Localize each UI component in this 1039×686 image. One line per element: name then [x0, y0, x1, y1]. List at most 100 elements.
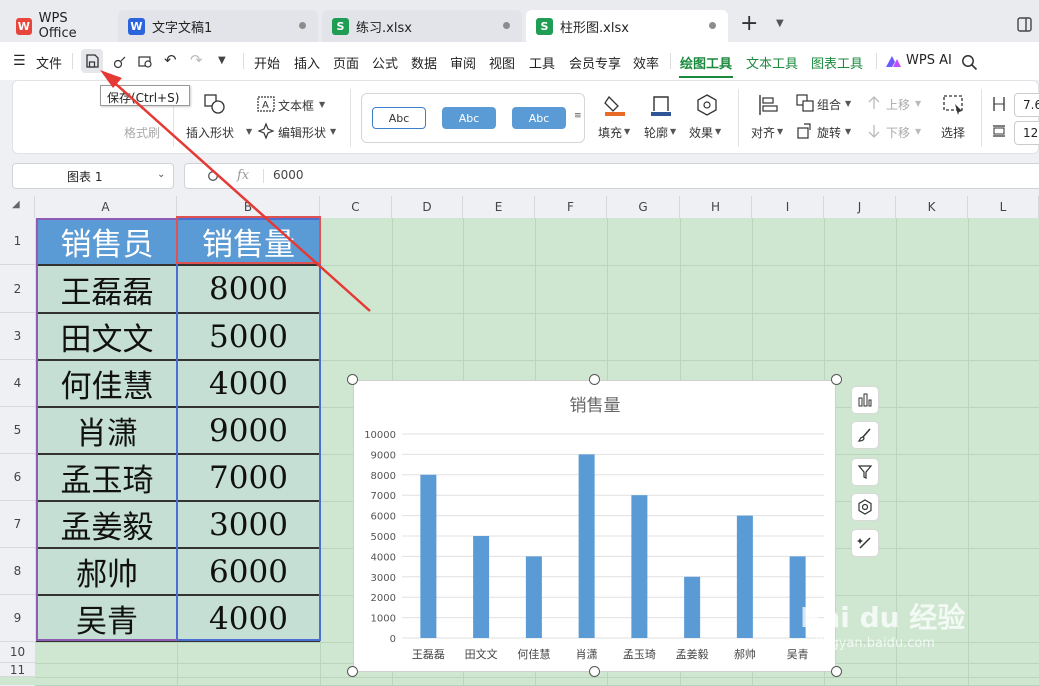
chevron-down-icon[interactable]: ▼	[715, 127, 721, 136]
menu-wps-ai[interactable]: WPS AI	[906, 53, 952, 68]
search-icon[interactable]	[961, 54, 978, 71]
chart-magic-button[interactable]	[851, 529, 879, 557]
shape-style-outline[interactable]: Abc	[372, 107, 426, 129]
column-header[interactable]: I	[752, 196, 824, 218]
select-label[interactable]: 选择	[941, 124, 965, 141]
effect-label[interactable]: 效果	[689, 124, 713, 141]
header-cell-salesperson[interactable]: 销售员	[36, 218, 178, 265]
name-cell[interactable]: 吴青	[36, 595, 178, 642]
menu-chart-tools[interactable]: 图表工具	[811, 53, 863, 72]
text-box-icon[interactable]: A	[257, 96, 275, 112]
header-cell-sales-volume[interactable]: 销售量	[177, 218, 320, 265]
group-icon[interactable]	[796, 94, 814, 112]
chevron-down-icon[interactable]: ▼	[624, 127, 630, 136]
edit-shape-icon[interactable]	[257, 122, 275, 140]
tab-bar-chart[interactable]: S 柱形图.xlsx	[526, 10, 728, 42]
tab-document[interactable]: W 文字文稿1	[118, 10, 318, 42]
formula-input[interactable]: fx 6000	[184, 163, 1039, 189]
chart-elements-button[interactable]	[851, 386, 879, 414]
resize-handle[interactable]	[589, 374, 600, 385]
resize-handle[interactable]	[831, 374, 842, 385]
sales-cell[interactable]: 4000	[177, 595, 320, 642]
chevron-down-icon[interactable]: ▼	[330, 127, 336, 136]
sales-cell[interactable]: 7000	[177, 454, 320, 501]
column-header[interactable]: G	[607, 196, 680, 218]
chart-style-button[interactable]	[851, 421, 879, 449]
new-tab-button[interactable]: +	[740, 13, 758, 35]
row-header[interactable]: 3	[0, 313, 35, 360]
sales-cell[interactable]: 9000	[177, 407, 320, 454]
text-box-label[interactable]: 文本框	[278, 97, 314, 114]
resize-handle[interactable]	[347, 666, 358, 677]
fx-icon[interactable]: fx	[237, 168, 249, 183]
menu-member[interactable]: 会员专享	[569, 53, 621, 72]
sales-cell[interactable]: 4000	[177, 360, 320, 407]
shape-style-fill-dark[interactable]: Abc	[512, 107, 566, 129]
format-painter-label[interactable]: 格式刷	[124, 124, 160, 141]
menu-page[interactable]: 页面	[333, 53, 359, 72]
column-header[interactable]: F	[535, 196, 607, 218]
outline-label[interactable]: 轮廓	[644, 124, 668, 141]
row-header[interactable]: 9	[0, 595, 35, 642]
chevron-down-icon[interactable]: ▼	[845, 127, 851, 136]
chevron-down-icon[interactable]: ▼	[915, 99, 921, 108]
resize-handle[interactable]	[831, 666, 842, 677]
chart-filter-button[interactable]	[851, 458, 879, 486]
print-preview-icon[interactable]	[137, 54, 154, 70]
name-cell[interactable]: 田文文	[36, 313, 178, 360]
sales-cell[interactable]: 8000	[177, 265, 320, 313]
sales-cell[interactable]: 3000	[177, 501, 320, 548]
chevron-down-icon[interactable]: ▼	[319, 100, 325, 109]
shape-width-input[interactable]: 12	[1014, 121, 1039, 145]
row-header[interactable]: 1	[0, 218, 35, 265]
sales-cell[interactable]: 6000	[177, 548, 320, 595]
chevron-down-icon[interactable]: ▼	[845, 99, 851, 108]
chevron-down-icon[interactable]: ▼	[915, 127, 921, 136]
column-header[interactable]: C	[320, 196, 392, 218]
row-header[interactable]: 5	[0, 407, 35, 454]
name-cell[interactable]: 何佳慧	[36, 360, 178, 407]
chevron-down-icon[interactable]: ⌄	[157, 169, 165, 180]
tab-practice[interactable]: S 练习.xlsx	[322, 10, 522, 42]
align-icon[interactable]	[757, 93, 779, 117]
column-header[interactable]: L	[968, 196, 1039, 218]
chevron-down-icon[interactable]: ▼	[777, 127, 783, 136]
group-label[interactable]: 组合	[817, 96, 841, 113]
column-header[interactable]: K	[896, 196, 968, 218]
zoom-formula-icon[interactable]	[207, 170, 221, 184]
name-cell[interactable]: 郝帅	[36, 548, 178, 595]
effect-icon[interactable]	[695, 93, 719, 117]
row-header[interactable]: 7	[0, 501, 35, 548]
bar-chart[interactable]: 销售量 0 1000 2000 3000 4000 5000 6000 7000 8000 9000…	[353, 380, 836, 672]
bring-forward-label[interactable]: 上移	[886, 96, 910, 113]
menu-insert[interactable]: 插入	[294, 53, 320, 72]
menu-formula[interactable]: 公式	[372, 53, 398, 72]
rotate-icon[interactable]	[796, 122, 814, 140]
select-icon[interactable]	[942, 93, 966, 117]
row-header[interactable]: 11	[0, 663, 35, 677]
menu-view[interactable]: 视图	[489, 53, 515, 72]
redo-icon[interactable]: ↷	[190, 51, 203, 69]
column-header[interactable]: A	[35, 196, 177, 218]
menu-data[interactable]: 数据	[411, 53, 437, 72]
column-header[interactable]: B	[177, 196, 320, 218]
insert-shape-icon[interactable]	[203, 93, 227, 115]
name-cell[interactable]: 孟玉琦	[36, 454, 178, 501]
menu-tools[interactable]: 工具	[529, 53, 555, 72]
undo-history-icon[interactable]	[112, 54, 128, 70]
column-header[interactable]: E	[463, 196, 535, 218]
name-cell[interactable]: 肖潇	[36, 407, 178, 454]
name-cell[interactable]: 王磊磊	[36, 265, 178, 313]
menu-review[interactable]: 审阅	[450, 53, 476, 72]
menu-file[interactable]: 文件	[36, 53, 62, 72]
resize-handle[interactable]	[589, 666, 600, 677]
chevron-down-icon[interactable]: ▼	[246, 127, 252, 136]
select-all-corner[interactable]: ◢	[0, 196, 35, 218]
tab-list-chevron-icon[interactable]: ▼	[776, 18, 784, 29]
column-header[interactable]: H	[680, 196, 752, 218]
quick-access-chevron-icon[interactable]: ▼	[218, 55, 226, 66]
row-header[interactable]: 2	[0, 265, 35, 313]
align-label[interactable]: 对齐	[751, 124, 775, 141]
fill-label[interactable]: 填充	[598, 124, 622, 141]
send-backward-label[interactable]: 下移	[886, 124, 910, 141]
